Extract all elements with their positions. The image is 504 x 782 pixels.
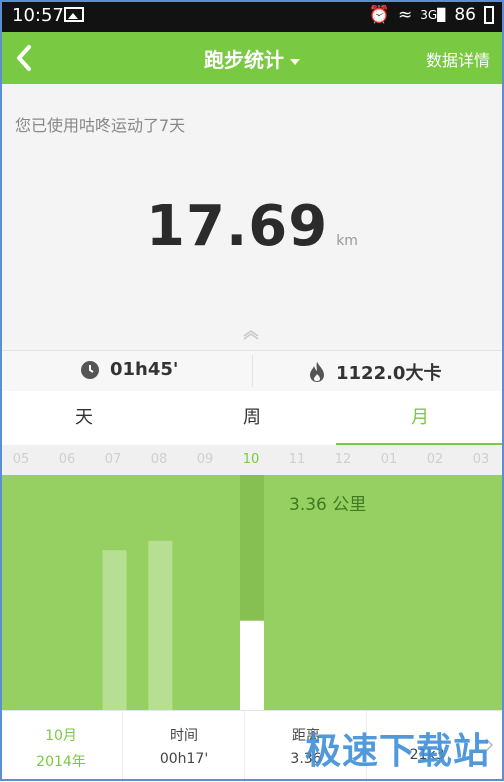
detail-time-cell: 时间 00h17' [122,711,245,782]
distance-chart: 3.36 公里 [0,475,504,710]
detail-time-value: 00h17' [159,751,209,767]
detail-year: 2014年 [36,754,86,770]
flame-icon [310,362,324,382]
chart-canvas [102,475,264,710]
tab-month[interactable]: 月 [336,391,504,445]
month-item-selected[interactable]: 10 [228,445,274,475]
duration-stat: 01h45' [80,359,178,380]
battery-level: 86 [454,5,476,25]
month-item[interactable]: 08 [136,445,182,475]
dropdown-caret-icon [290,58,300,65]
detail-month: 10月 [45,728,77,744]
tab-week[interactable]: 周 [168,391,336,445]
app-header: 跑步统计 数据详情 [0,32,504,84]
detail-month-cell: 10月 2014年 [0,711,122,782]
data-detail-button[interactable]: 数据详情 [426,47,490,71]
status-right: ⏰ ≈ 3G▉ 86 [369,5,494,25]
tab-day[interactable]: 天 [0,391,168,445]
status-time: 10:57 [12,5,64,26]
month-item[interactable]: 09 [182,445,228,475]
total-distance: 17.69 km [0,194,504,259]
summary-panel: 您已使用咕咚运动了7天 17.69 km [0,84,504,350]
tab-day-label: 天 [75,407,93,428]
wifi-icon: ≈ [397,5,413,25]
chart-bar-08[interactable] [148,540,173,710]
alarm-off-icon: ⏰ [368,5,390,25]
month-strip: 05 06 07 08 09 10 11 12 01 02 03 [0,445,504,475]
watermark-text: 极速下载站 [304,731,490,772]
page-title-text: 跑步统计 [204,48,284,72]
month-item[interactable]: 05 [0,445,44,475]
tab-month-label: 月 [411,407,429,428]
month-item[interactable]: 12 [320,445,366,475]
duration-value: 01h45' [110,359,179,380]
chart-bar-07[interactable] [102,550,127,710]
period-tabs: 天 周 月 [0,391,504,445]
expand-up-icon[interactable] [242,330,260,340]
image-notification-icon [64,7,84,22]
month-item[interactable]: 02 [412,445,458,475]
chart-bar-10[interactable] [240,620,264,710]
month-item[interactable]: 01 [366,445,412,475]
month-item[interactable]: 03 [458,445,504,475]
distance-value: 17.69 [146,194,329,259]
month-item[interactable]: 11 [274,445,320,475]
tab-week-label: 周 [243,407,261,428]
stats-row: 01h45' 1122.0大卡 [0,350,504,392]
calories-stat: 1122.0大卡 [308,359,441,385]
battery-icon [484,6,494,24]
usage-text: 您已使用咕咚运动了7天 [15,116,186,135]
clock-icon [81,360,99,379]
signal-icon: 3G▉ [420,8,447,22]
network-type: 3G [420,8,438,22]
selected-value-label: 3.36 公里 [289,495,367,515]
month-item[interactable]: 06 [44,445,90,475]
status-bar: 10:57 ⏰ ≈ 3G▉ 86 [0,0,504,32]
detail-time-label: 时间 [170,728,198,744]
month-item[interactable]: 07 [90,445,136,475]
calories-value: 1122.0大卡 [336,363,442,384]
stats-divider [252,355,253,387]
distance-unit: km [336,233,358,249]
